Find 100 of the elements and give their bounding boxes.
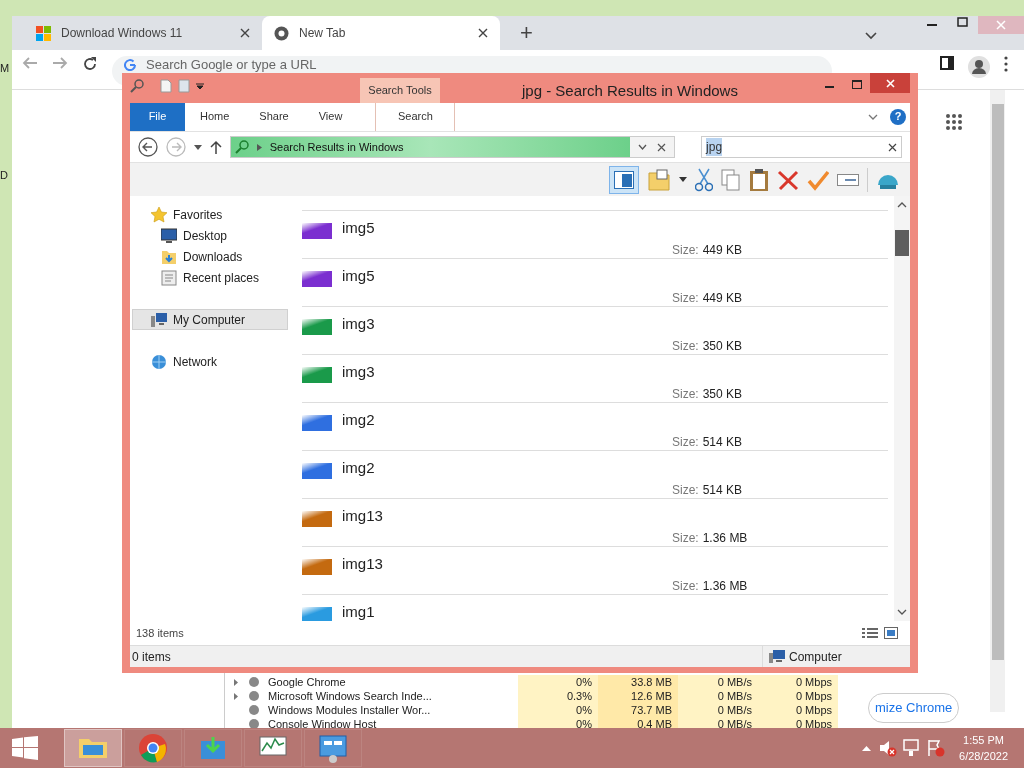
nav-item[interactable]: Downloads — [132, 246, 288, 268]
scrollbar[interactable] — [990, 90, 1005, 712]
status-text: 0 items — [132, 648, 171, 666]
address-field[interactable]: Search Results in Windows — [229, 136, 676, 159]
taskbar-button[interactable] — [124, 729, 182, 767]
volume-muted-icon[interactable] — [879, 739, 898, 757]
up-icon[interactable] — [209, 140, 222, 155]
rename-icon[interactable] — [837, 171, 859, 188]
file-item[interactable]: img13 Size: 1.36 MB — [302, 499, 888, 548]
document-icon[interactable] — [160, 79, 172, 93]
network-icon[interactable] — [903, 739, 922, 757]
search-value: jpg — [706, 138, 723, 157]
ribbon-tab[interactable]: Search — [375, 102, 456, 131]
memory-value: 73.7 MB — [598, 703, 678, 717]
maximize-icon[interactable] — [957, 17, 968, 27]
disk-value: 0 MB/s — [678, 675, 758, 689]
memory-value: 12.6 MB — [598, 689, 678, 703]
clock-date[interactable]: 6/28/2022 — [959, 748, 1008, 764]
paste-icon[interactable] — [749, 167, 769, 192]
chrome-logo-icon — [137, 733, 169, 763]
file-item[interactable]: img3 Size: 350 KB — [302, 355, 888, 404]
cut-icon[interactable] — [695, 167, 713, 192]
dropdown-icon[interactable] — [638, 144, 648, 151]
search-field[interactable]: jpg — [701, 136, 902, 159]
network-value: 0 Mbps — [758, 703, 838, 717]
copy-icon[interactable] — [721, 168, 741, 191]
nav-item[interactable]: Favorites — [132, 204, 288, 226]
location-text: Computer — [789, 648, 842, 666]
file-item[interactable]: img13 Size: 1.36 MB — [302, 547, 888, 596]
new-tab-button[interactable]: + — [520, 22, 533, 44]
taskbar-button[interactable] — [304, 729, 362, 767]
memory-value: 33.8 MB — [598, 675, 678, 689]
help-button[interactable]: ? — [890, 108, 906, 125]
desktop-text: D — [0, 167, 9, 183]
nav-item[interactable]: Desktop — [132, 225, 288, 247]
nav-item[interactable]: Network — [132, 351, 288, 373]
ribbon-tab[interactable]: View — [303, 102, 358, 131]
desktop-text: M — [0, 61, 11, 76]
reload-icon[interactable] — [82, 56, 98, 72]
cpu-value: 0% — [518, 703, 598, 717]
nav-item[interactable]: My Computer — [132, 309, 288, 331]
collapse-ribbon-icon[interactable] — [868, 113, 878, 120]
menu-icon[interactable] — [1004, 56, 1008, 72]
taskbar-button[interactable] — [244, 729, 302, 767]
close-icon[interactable] — [240, 28, 250, 38]
tab-list-icon[interactable] — [865, 32, 877, 40]
preview-pane-button[interactable] — [609, 165, 639, 194]
disk-value: 0 MB/s — [678, 703, 758, 717]
customize-chrome-button[interactable]: mize Chrome — [868, 693, 960, 723]
clear-icon[interactable] — [888, 142, 897, 152]
address-placeholder: Search Google or type a URL — [146, 58, 317, 72]
dropdown-icon[interactable] — [193, 144, 202, 150]
apps-grid-icon[interactable] — [946, 114, 962, 130]
ribbon-tab[interactable]: Share — [244, 102, 304, 131]
clear-icon[interactable] — [657, 142, 667, 152]
start-icon[interactable] — [12, 736, 38, 760]
globe-icon — [151, 353, 167, 370]
scrollbar-thumb[interactable] — [895, 230, 909, 257]
profile-icon[interactable] — [968, 56, 990, 78]
process-name: Google Chrome — [268, 675, 347, 689]
details-view-icon[interactable] — [862, 627, 878, 640]
monitor-icon — [161, 227, 177, 244]
file-item[interactable]: img2 Size: 514 KB — [302, 403, 888, 452]
process-name: Console Window Host — [268, 717, 378, 731]
download-folder-icon — [161, 248, 177, 265]
browser-tab[interactable]: New Tab — [262, 16, 500, 50]
scrollbar-thumb[interactable] — [991, 104, 1004, 660]
file-item[interactable]: img3 Size: 350 KB — [302, 307, 888, 356]
close-icon — [996, 20, 1006, 30]
search-icon — [234, 140, 249, 155]
checkmark-icon[interactable] — [807, 168, 829, 191]
large-icons-view-icon[interactable] — [884, 627, 898, 640]
ribbon-tab[interactable]: Home — [185, 102, 245, 131]
sidebar-icon[interactable] — [940, 56, 954, 70]
browser-tab[interactable]: Download Windows 11 — [24, 16, 262, 50]
control-panel-icon — [317, 733, 349, 763]
star-icon — [151, 206, 167, 223]
close-button[interactable] — [870, 73, 910, 93]
document-list-icon — [161, 269, 177, 286]
process-icon — [248, 676, 260, 688]
delete-icon[interactable] — [777, 168, 799, 191]
file-item[interactable]: img2 Size: 514 KB — [302, 451, 888, 500]
scroll-down-icon[interactable] — [897, 609, 907, 616]
close-icon[interactable] — [478, 28, 488, 38]
file-item[interactable]: img5 Size: 449 KB — [302, 211, 888, 260]
search-icon — [130, 79, 144, 93]
folder-icon[interactable] — [647, 168, 671, 191]
flag-icon[interactable] — [927, 739, 946, 757]
scroll-up-icon[interactable] — [897, 202, 907, 209]
ribbon-tab[interactable]: File — [130, 102, 185, 131]
dropdown-icon[interactable] — [196, 83, 204, 89]
cpu-value: 0% — [518, 675, 598, 689]
dropdown-icon[interactable] — [679, 177, 687, 183]
back-icon[interactable] — [138, 137, 158, 158]
nav-item[interactable]: Recent places — [132, 267, 288, 289]
file-item[interactable]: img5 Size: 449 KB — [302, 259, 888, 308]
windows-logo-icon — [36, 25, 51, 41]
clock-time[interactable]: 1:55 PM — [963, 732, 1004, 748]
scrollbar[interactable] — [894, 196, 910, 622]
maximize-icon[interactable] — [852, 80, 862, 89]
